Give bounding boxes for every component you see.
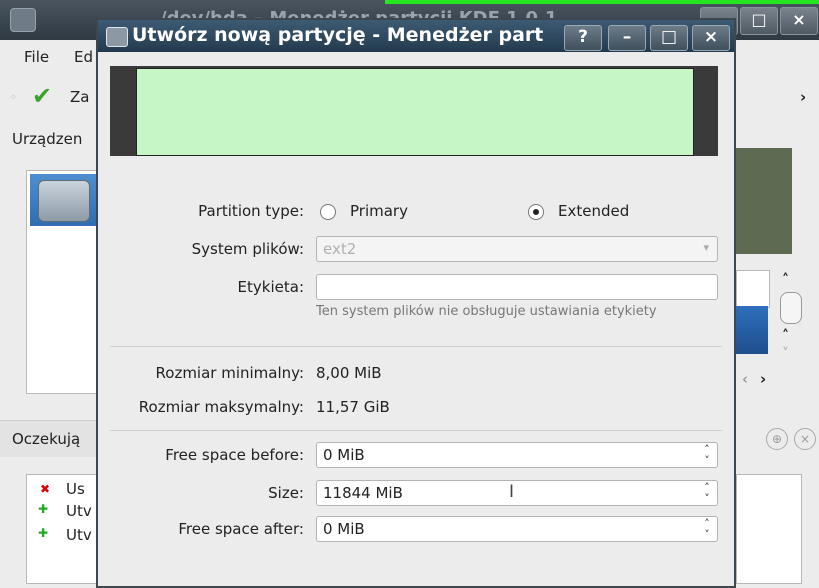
- partition-table-area: [736, 270, 770, 308]
- filesystem-value: ext2: [323, 240, 357, 258]
- free-after-label: Free space after:: [178, 520, 304, 538]
- min-size-value: 8,00 MiB: [316, 364, 382, 382]
- dialog-minimize-button[interactable]: –: [608, 25, 646, 51]
- devices-panel-label: Urządzen: [12, 130, 83, 148]
- menu-file[interactable]: File: [24, 48, 49, 66]
- scroll-right-icon[interactable]: ›: [760, 370, 766, 388]
- create-operation-icon: ✚: [38, 526, 49, 540]
- pending-item: Utv: [66, 502, 92, 520]
- label-unsupported-note: Ten system plików nie obsługuje ustawian…: [316, 304, 657, 319]
- dialog-app-icon[interactable]: [106, 27, 128, 47]
- max-size-label: Rozmiar maksymalny:: [138, 398, 304, 416]
- free-before-spinbox[interactable]: 0 MiB ˄ ˅: [316, 442, 718, 468]
- scroll-up-icon[interactable]: ˄: [782, 272, 789, 288]
- dialog-title: Utwórz nową partycję - Menedżer part: [132, 24, 544, 46]
- separator: [110, 346, 722, 347]
- radio-extended[interactable]: [528, 204, 544, 220]
- toolbar-handle-icon: ◦: [10, 90, 18, 104]
- green-indicator-strip: [385, 0, 819, 4]
- partition-label-label: Etykieta:: [237, 278, 304, 296]
- size-label: Size:: [268, 484, 304, 502]
- partition-type-label: Partition type:: [198, 202, 304, 220]
- size-value: 11844 MiB: [323, 484, 403, 502]
- free-after-value: 0 MiB: [323, 520, 365, 538]
- radio-primary-label[interactable]: Primary: [350, 202, 408, 220]
- min-size-label: Rozmiar minimalny:: [155, 364, 304, 382]
- apply-button-label[interactable]: Za: [70, 88, 89, 106]
- spin-arrows-icon[interactable]: ˄ ˅: [701, 482, 713, 504]
- checkmark-icon[interactable]: ✔: [32, 82, 52, 110]
- scrollbar-thumb[interactable]: [780, 292, 802, 324]
- menu-edit[interactable]: Ed: [74, 48, 93, 66]
- partition-label-input[interactable]: [316, 274, 718, 300]
- partition-table-selected-row[interactable]: [736, 306, 768, 354]
- detach-icon[interactable]: ⊕: [766, 428, 788, 450]
- pending-item: Us: [66, 480, 85, 498]
- radio-primary[interactable]: [320, 204, 336, 220]
- new-partition-preview-block[interactable]: [136, 68, 694, 156]
- pending-list-right: [736, 474, 802, 584]
- scroll-down-icon[interactable]: ˅: [782, 346, 789, 362]
- hard-disk-icon: [38, 180, 90, 222]
- pending-operations-label: Oczekują: [12, 430, 81, 448]
- dialog-close-button[interactable]: ×: [692, 25, 730, 51]
- text-cursor-icon: I: [509, 482, 515, 502]
- spin-arrows-icon[interactable]: ˄ ˅: [701, 518, 713, 540]
- filesystem-label: System plików:: [191, 240, 304, 258]
- size-spinbox[interactable]: 11844 MiB I ˄ ˅: [316, 480, 718, 506]
- main-maximize-button[interactable]: □: [740, 7, 778, 35]
- max-size-value: 11,57 GiB: [316, 398, 390, 416]
- pending-item: Utv: [66, 526, 92, 544]
- dialog-maximize-button[interactable]: □: [650, 25, 688, 51]
- free-before-value: 0 MiB: [323, 446, 365, 464]
- free-before-label: Free space before:: [165, 446, 304, 464]
- app-icon[interactable]: [10, 8, 36, 32]
- partition-map-segment[interactable]: [736, 148, 792, 254]
- scroll-up-icon[interactable]: ˄: [782, 328, 789, 344]
- create-operation-icon: ✚: [38, 502, 49, 516]
- delete-operation-icon: ✖: [40, 482, 51, 496]
- main-close-button[interactable]: ×: [780, 7, 818, 35]
- free-after-spinbox[interactable]: 0 MiB ˄ ˅: [316, 516, 718, 542]
- chevron-down-icon: ▾: [703, 241, 709, 254]
- spin-arrows-icon[interactable]: ˄ ˅: [701, 444, 713, 466]
- close-panel-icon[interactable]: ×: [794, 428, 816, 450]
- separator: [110, 430, 722, 431]
- toolbar-overflow-icon[interactable]: ›: [800, 88, 806, 106]
- help-button[interactable]: ?: [564, 25, 602, 51]
- radio-extended-label[interactable]: Extended: [558, 202, 629, 220]
- filesystem-select[interactable]: ext2 ▾: [316, 236, 718, 262]
- scroll-left-icon[interactable]: ‹: [742, 370, 748, 388]
